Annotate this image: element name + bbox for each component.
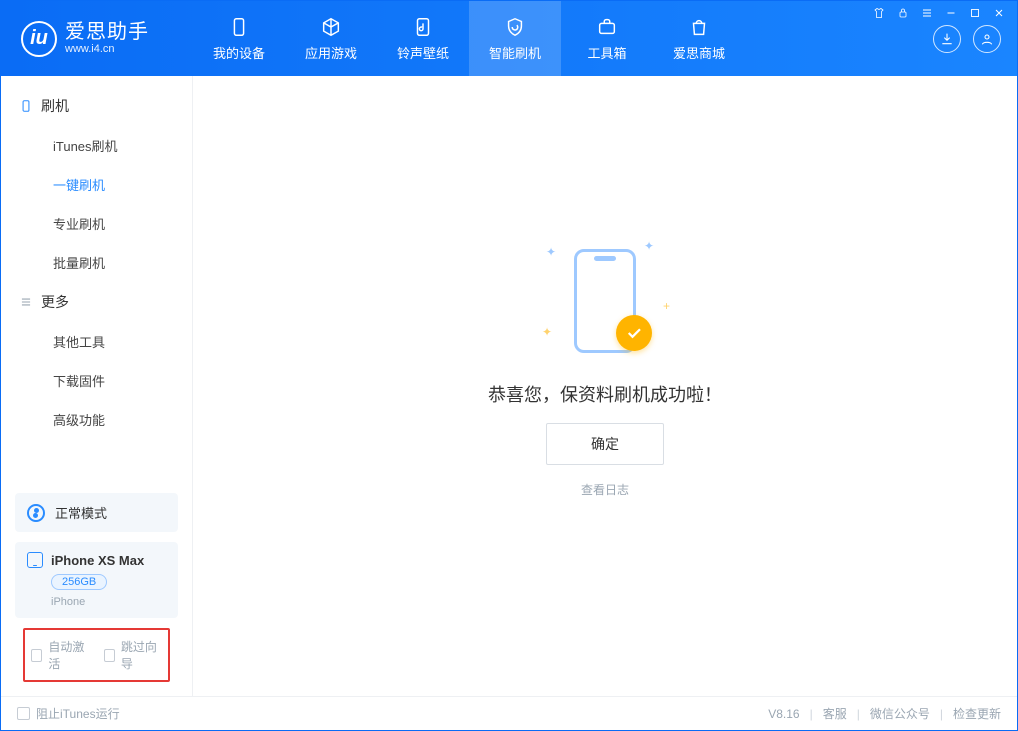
mode-label: 正常模式 [55, 503, 107, 522]
sidebar-item-label: 一键刷机 [53, 178, 105, 193]
sidebar: 刷机 iTunes刷机 一键刷机 专业刷机 批量刷机 更多 其他工具 下载固件 … [1, 76, 193, 696]
nav-tab-ringtones[interactable]: 铃声壁纸 [377, 1, 469, 76]
sidebar-item-batch-flash[interactable]: 批量刷机 [1, 243, 192, 282]
app-window: iu 爱思助手 www.i4.cn 我的设备 应用游戏 铃声壁纸 智能刷机 [0, 0, 1018, 731]
nav-tab-store[interactable]: 爱思商城 [653, 1, 745, 76]
account-button[interactable] [973, 25, 1001, 53]
nav-label: 爱思商城 [673, 43, 725, 62]
nav-tab-toolbox[interactable]: 工具箱 [561, 1, 653, 76]
device-icon [227, 15, 251, 39]
checkbox-label: 阻止iTunes运行 [36, 705, 120, 722]
separator: | [940, 707, 943, 721]
flash-options-row: 自动激活 跳过向导 [23, 628, 170, 682]
nav-label: 铃声壁纸 [397, 43, 449, 62]
sparkle-icon: + [663, 299, 670, 313]
sparkle-icon: ✦ [542, 325, 552, 339]
shirt-icon[interactable] [872, 6, 886, 20]
sidebar-item-pro-flash[interactable]: 专业刷机 [1, 204, 192, 243]
brand[interactable]: iu 爱思助手 www.i4.cn [1, 1, 193, 76]
nav-label: 智能刷机 [489, 43, 541, 62]
list-icon [19, 295, 33, 309]
mode-card[interactable]: 正常模式 [15, 493, 178, 532]
success-illustration: ✦ ✦ ✦ + [540, 235, 670, 365]
version-label: V8.16 [768, 707, 799, 721]
checkbox-skip-guide[interactable]: 跳过向导 [104, 638, 163, 672]
brand-url: www.i4.cn [65, 43, 149, 55]
device-phone-icon [27, 552, 43, 568]
device-type: iPhone [51, 596, 166, 608]
close-button[interactable] [992, 6, 1006, 20]
footer-right: V8.16 | 客服 | 微信公众号 | 检查更新 [768, 705, 1001, 722]
sidebar-bottom: 正常模式 iPhone XS Max 256GB iPhone 自动激活 [1, 483, 192, 696]
checkbox-box-icon [31, 649, 42, 662]
menu-icon[interactable] [920, 6, 934, 20]
sidebar-group-title: 刷机 [41, 96, 69, 116]
check-badge-icon [616, 315, 652, 351]
sidebar-item-label: 批量刷机 [53, 256, 105, 271]
brand-name: 爱思助手 [65, 21, 149, 43]
nav-tab-apps[interactable]: 应用游戏 [285, 1, 377, 76]
checkbox-box-icon [104, 649, 115, 662]
sidebar-item-label: 其他工具 [53, 335, 105, 350]
footer-link-update[interactable]: 检查更新 [953, 705, 1001, 722]
header-bar: iu 爱思助手 www.i4.cn 我的设备 应用游戏 铃声壁纸 智能刷机 [1, 1, 1017, 76]
window-controls [872, 6, 1006, 20]
mode-icon [27, 504, 45, 522]
brand-text: 爱思助手 www.i4.cn [65, 21, 149, 55]
sidebar-group-more[interactable]: 更多 [1, 282, 192, 322]
download-button[interactable] [933, 25, 961, 53]
sidebar-group-flash[interactable]: 刷机 [1, 86, 192, 126]
top-nav: 我的设备 应用游戏 铃声壁纸 智能刷机 工具箱 爱思商城 [193, 1, 745, 76]
sidebar-item-label: 下载固件 [53, 374, 105, 389]
lock-icon[interactable] [896, 6, 910, 20]
sidebar-item-label: 专业刷机 [53, 217, 105, 232]
sidebar-item-oneclick-flash[interactable]: 一键刷机 [1, 165, 192, 204]
footer-link-wechat[interactable]: 微信公众号 [870, 705, 930, 722]
sidebar-item-advanced[interactable]: 高级功能 [1, 400, 192, 439]
sidebar-scroll: 刷机 iTunes刷机 一键刷机 专业刷机 批量刷机 更多 其他工具 下载固件 … [1, 76, 192, 483]
checkbox-box-icon [17, 707, 30, 720]
ok-button[interactable]: 确定 [546, 423, 664, 465]
checkbox-label: 自动激活 [48, 638, 89, 672]
checkbox-auto-activate[interactable]: 自动激活 [31, 638, 90, 672]
cube-icon [319, 15, 343, 39]
sidebar-item-download-firmware[interactable]: 下载固件 [1, 361, 192, 400]
device-storage: 256GB [51, 574, 107, 590]
separator: | [810, 707, 813, 721]
sparkle-icon: ✦ [644, 239, 654, 253]
checkbox-label: 跳过向导 [121, 638, 162, 672]
minimize-button[interactable] [944, 6, 958, 20]
sidebar-item-label: iTunes刷机 [53, 139, 118, 154]
success-message: 恭喜您，保资料刷机成功啦！ [488, 381, 722, 407]
music-file-icon [411, 15, 435, 39]
briefcase-icon [595, 15, 619, 39]
maximize-button[interactable] [968, 6, 982, 20]
sidebar-item-other-tools[interactable]: 其他工具 [1, 322, 192, 361]
sidebar-item-label: 高级功能 [53, 413, 105, 428]
nav-tab-my-device[interactable]: 我的设备 [193, 1, 285, 76]
device-card[interactable]: iPhone XS Max 256GB iPhone [15, 542, 178, 618]
sidebar-item-itunes-flash[interactable]: iTunes刷机 [1, 126, 192, 165]
nav-label: 工具箱 [587, 43, 626, 62]
view-log-link[interactable]: 查看日志 [581, 481, 629, 498]
checkbox-block-itunes[interactable]: 阻止iTunes运行 [17, 705, 120, 722]
sidebar-group-title: 更多 [41, 292, 69, 312]
nav-label: 应用游戏 [305, 43, 357, 62]
device-name: iPhone XS Max [51, 553, 144, 568]
body: 刷机 iTunes刷机 一键刷机 专业刷机 批量刷机 更多 其他工具 下载固件 … [1, 76, 1017, 696]
separator: | [857, 707, 860, 721]
nav-label: 我的设备 [213, 43, 265, 62]
footer-bar: 阻止iTunes运行 V8.16 | 客服 | 微信公众号 | 检查更新 [1, 696, 1017, 730]
footer-left: 阻止iTunes运行 [17, 705, 120, 722]
sparkle-icon: ✦ [546, 245, 556, 259]
brand-logo-icon: iu [21, 21, 57, 57]
main-content: ✦ ✦ ✦ + 恭喜您，保资料刷机成功啦！ 确定 查看日志 [193, 76, 1017, 696]
phone-icon [19, 99, 33, 113]
footer-link-support[interactable]: 客服 [823, 705, 847, 722]
shield-refresh-icon [503, 15, 527, 39]
nav-tab-flash[interactable]: 智能刷机 [469, 1, 561, 76]
bag-icon [687, 15, 711, 39]
